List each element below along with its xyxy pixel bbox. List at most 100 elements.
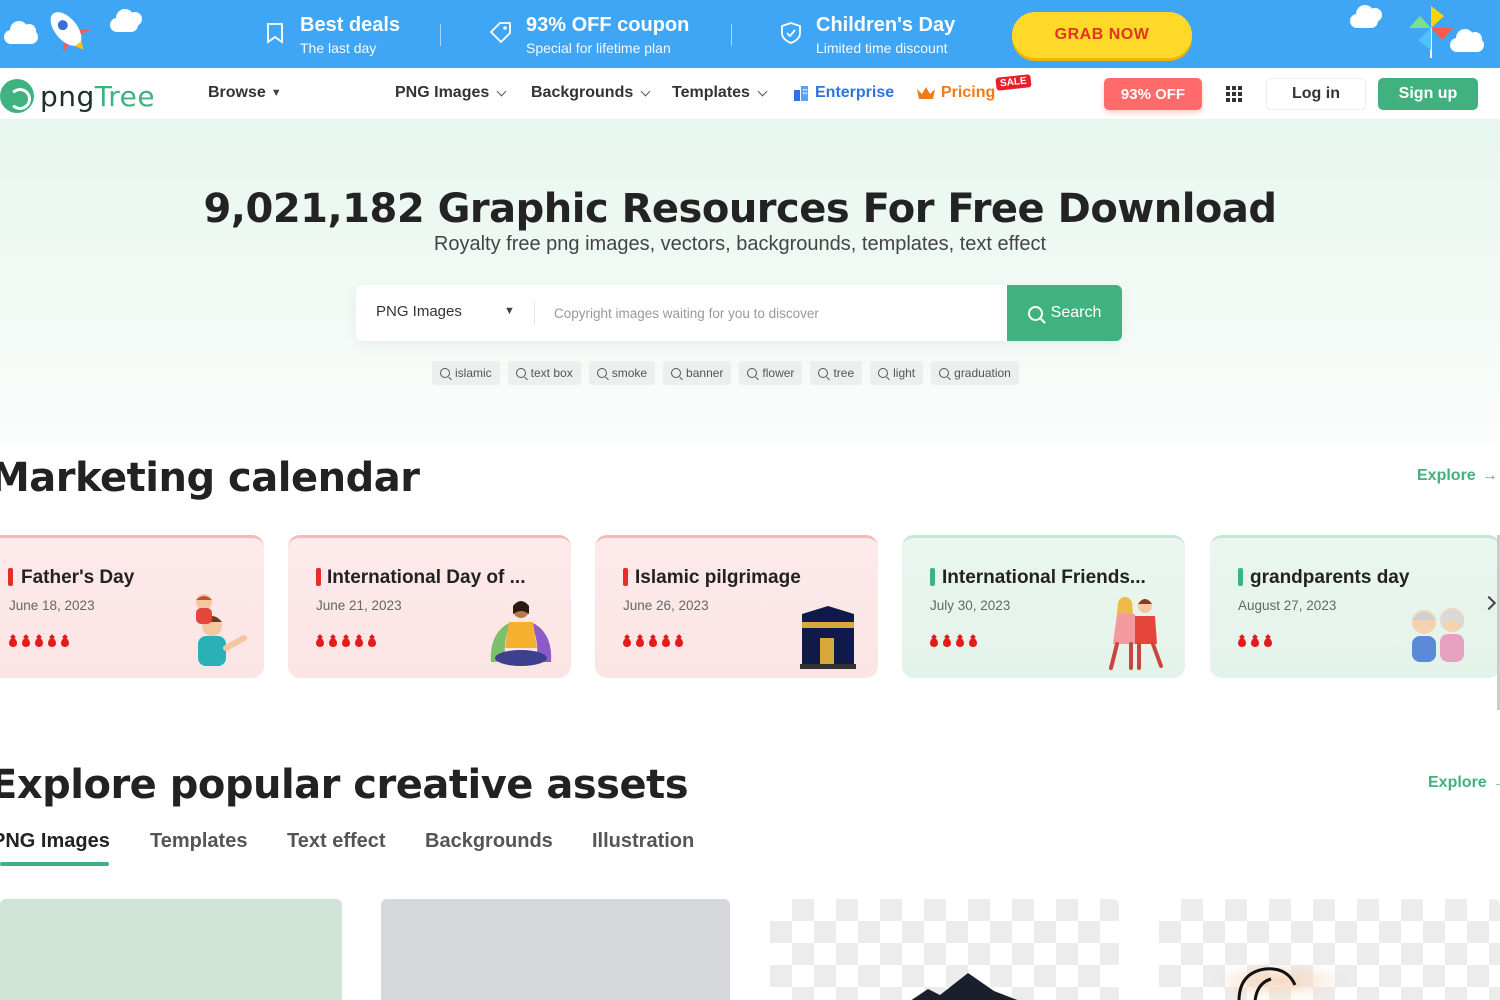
tag-chip[interactable]: smoke bbox=[588, 361, 656, 385]
card-date: June 21, 2023 bbox=[316, 598, 402, 613]
calendar-card[interactable]: International Day of ... June 21, 2023 bbox=[288, 535, 571, 678]
tab-illustration[interactable]: Illustration bbox=[592, 830, 694, 853]
rating-drop-icon bbox=[1264, 638, 1272, 647]
card-title: International Day of ... bbox=[327, 567, 526, 588]
asset-tile[interactable] bbox=[381, 899, 730, 1000]
tag-chip[interactable]: banner bbox=[663, 361, 732, 385]
rating-drop-icon bbox=[930, 638, 938, 647]
discount-button[interactable]: 93% OFF bbox=[1104, 78, 1202, 110]
nav-enterprise[interactable]: Enterprise bbox=[792, 84, 894, 102]
assets-explore-link[interactable]: Explore → bbox=[1428, 774, 1500, 792]
card-title: International Friends... bbox=[942, 567, 1146, 588]
asset-tile[interactable] bbox=[770, 899, 1119, 1000]
grab-now-button[interactable]: GRAB NOW bbox=[1012, 12, 1192, 58]
calendar-card[interactable]: Islamic pilgrimage June 26, 2023 bbox=[595, 535, 878, 678]
rating-drop-icon bbox=[368, 638, 376, 647]
tag-label: banner bbox=[686, 366, 724, 380]
asset-tile[interactable] bbox=[0, 899, 342, 1000]
tab-text-effect[interactable]: Text effect bbox=[287, 830, 386, 853]
hero-title: 9,021,182 Graphic Resources For Free Dow… bbox=[203, 186, 1277, 232]
father-child-illustration bbox=[196, 594, 247, 666]
promo-divider bbox=[731, 24, 732, 46]
yoga-woman-illustration bbox=[490, 601, 552, 666]
signup-button[interactable]: Sign up bbox=[1378, 78, 1478, 110]
promo-best-deals: Best deals The last day bbox=[262, 12, 400, 58]
grandparents-illustration bbox=[1412, 608, 1464, 662]
nav-browse[interactable]: Browse ▼ bbox=[208, 84, 282, 102]
logo-text: pngTree bbox=[40, 80, 155, 113]
nav-pricing[interactable]: Pricing bbox=[916, 84, 995, 102]
caret-down-icon: ▼ bbox=[270, 87, 282, 99]
tab-backgrounds[interactable]: Backgrounds bbox=[425, 830, 553, 853]
card-date: June 26, 2023 bbox=[623, 598, 709, 613]
sale-badge: SALE bbox=[995, 74, 1032, 91]
friends-illustration bbox=[1109, 597, 1163, 670]
rating-drop-icon bbox=[22, 638, 30, 647]
card-accent-bar bbox=[8, 568, 13, 586]
card-rating bbox=[316, 638, 376, 647]
search-icon bbox=[747, 368, 758, 378]
tag-label: graduation bbox=[954, 366, 1011, 380]
marketing-calendar-title: Marketing calendar bbox=[0, 455, 420, 501]
card-date: August 27, 2023 bbox=[1238, 598, 1337, 613]
search-icon bbox=[818, 368, 829, 378]
login-button[interactable]: Log in bbox=[1266, 78, 1366, 110]
nav-enterprise-label: Enterprise bbox=[815, 84, 895, 101]
rating-drop-icon bbox=[61, 638, 69, 647]
tag-chip[interactable]: text box bbox=[507, 361, 581, 385]
rating-drop-icon bbox=[943, 638, 951, 647]
popular-assets-title: Explore popular creative assets bbox=[0, 762, 689, 808]
crown-icon bbox=[917, 87, 935, 99]
tag-chip[interactable]: flower bbox=[739, 361, 803, 385]
rating-drop-icon bbox=[649, 638, 657, 647]
caret-down-icon[interactable]: ▼ bbox=[504, 305, 515, 317]
rating-drop-icon bbox=[316, 638, 324, 647]
card-accent-bar bbox=[316, 568, 321, 586]
card-date: July 30, 2023 bbox=[930, 598, 1011, 613]
nav-browse-label: Browse bbox=[208, 84, 266, 101]
tag-chip[interactable]: light bbox=[870, 361, 924, 385]
tag-chip[interactable]: tree bbox=[810, 361, 863, 385]
hero-section: 9,021,182 Graphic Resources For Free Dow… bbox=[0, 120, 1500, 445]
search-bar: PNG Images ▼ Search bbox=[356, 285, 1122, 341]
nav-backgrounds[interactable]: Backgrounds bbox=[531, 84, 651, 102]
calendar-explore-link[interactable]: Explore → bbox=[1417, 467, 1498, 485]
tab-templates[interactable]: Templates bbox=[150, 830, 247, 853]
header-nav: pngTree Browse ▼ PNG Images Backgrounds … bbox=[0, 68, 1500, 120]
search-button-label: Search bbox=[1050, 304, 1102, 321]
chevron-down-icon bbox=[640, 86, 651, 96]
calendar-card[interactable]: International Friends... July 30, 2023 bbox=[902, 535, 1185, 678]
rating-drop-icon bbox=[342, 638, 350, 647]
search-icon bbox=[1027, 305, 1043, 321]
calendar-card[interactable]: Father's Day June 18, 2023 bbox=[0, 535, 264, 678]
nav-png-images[interactable]: PNG Images bbox=[395, 84, 507, 102]
tag-label: light bbox=[893, 366, 916, 380]
chevron-down-icon bbox=[496, 86, 507, 96]
search-icon bbox=[671, 368, 682, 378]
search-input[interactable] bbox=[554, 299, 994, 327]
promo-subtitle: Special for lifetime plan bbox=[526, 40, 671, 56]
card-accent-bar bbox=[930, 568, 935, 586]
pngtree-logo[interactable]: pngTree bbox=[0, 79, 155, 113]
search-type-select[interactable]: PNG Images bbox=[376, 303, 462, 320]
rating-drop-icon bbox=[623, 638, 631, 647]
pinwheel-icon bbox=[1409, 6, 1453, 58]
nav-templates[interactable]: Templates bbox=[672, 84, 768, 102]
logo-text-part: Tree bbox=[94, 79, 156, 113]
tag-chip[interactable]: islamic bbox=[432, 361, 500, 385]
promo-coupon: 93% OFF coupon Special for lifetime plan bbox=[488, 12, 689, 58]
calendar-card[interactable]: grandparents day August 27, 2023 bbox=[1210, 535, 1500, 678]
tag-chip[interactable]: graduation bbox=[931, 361, 1019, 385]
apps-grid-icon[interactable] bbox=[1226, 86, 1242, 102]
shield-check-icon bbox=[781, 22, 801, 44]
explore-label: Explore bbox=[1417, 467, 1476, 484]
asset-tile[interactable] bbox=[1159, 899, 1500, 1000]
promo-title: Children's Day bbox=[816, 14, 956, 36]
search-button[interactable]: Search bbox=[1007, 285, 1122, 341]
nav-png-images-label: PNG Images bbox=[395, 84, 490, 101]
cloud-decoration bbox=[4, 21, 38, 44]
card-accent-bar bbox=[623, 568, 628, 586]
rating-drop-icon bbox=[35, 638, 43, 647]
tab-png-images[interactable]: PNG Images bbox=[0, 830, 110, 853]
search-icon bbox=[440, 368, 450, 378]
